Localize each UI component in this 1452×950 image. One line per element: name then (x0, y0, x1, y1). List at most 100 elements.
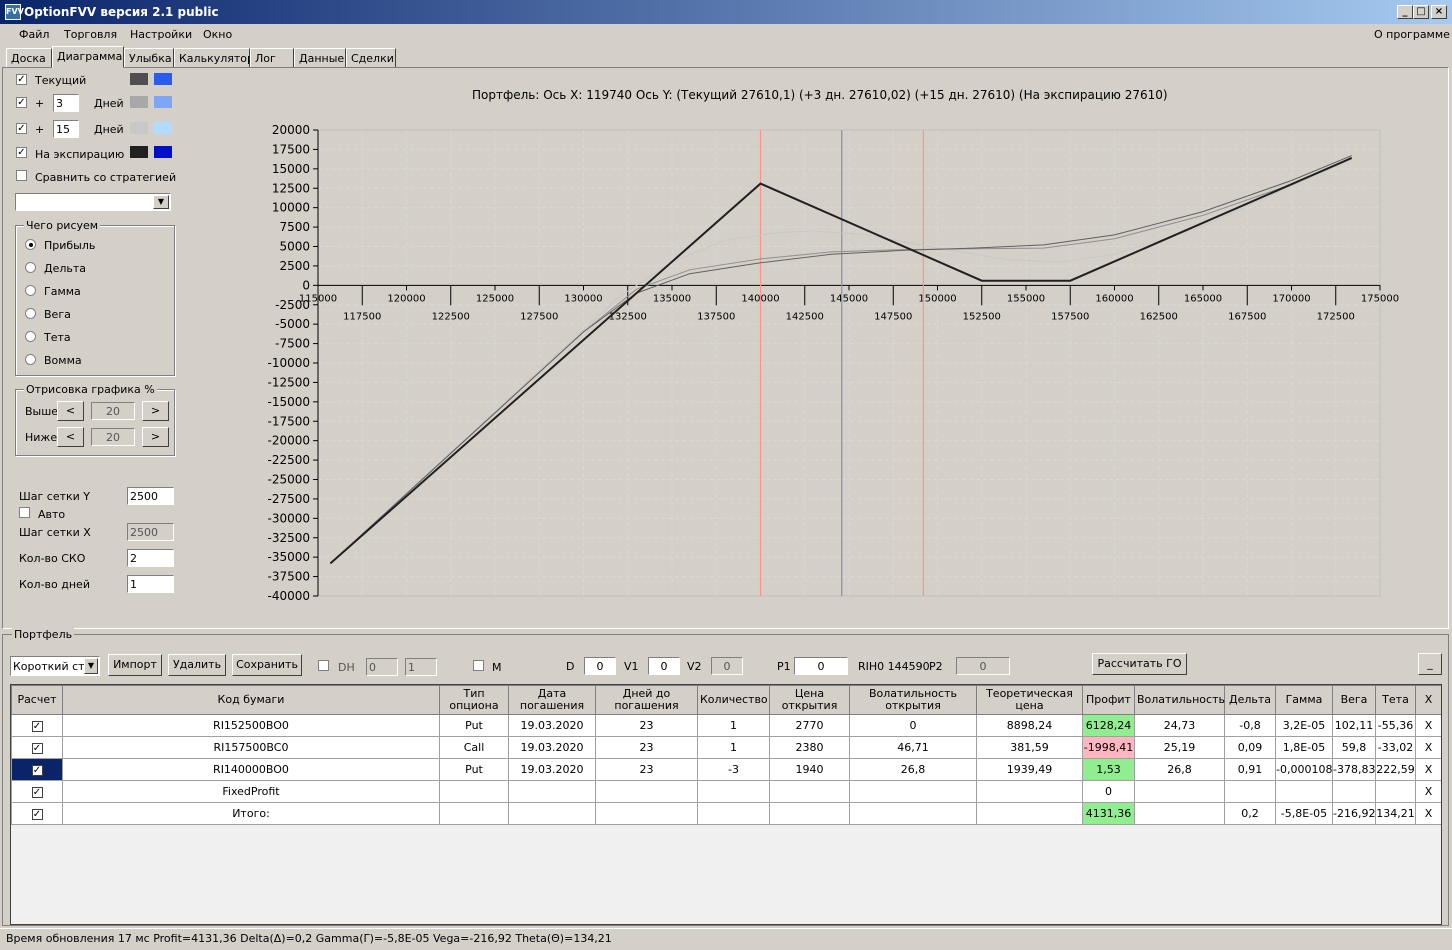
tab-deals[interactable]: Сделки (346, 48, 396, 68)
calc-checkbox-cell[interactable]: ✓ (11, 758, 63, 781)
v1-input[interactable]: 0 (648, 657, 680, 675)
title-bar[interactable]: FVV OptionFVV версия 2.1 public _ □ × (0, 0, 1452, 24)
strategy-chevron-down-icon[interactable]: ▼ (84, 658, 98, 674)
import-button[interactable]: Импорт (108, 654, 162, 676)
strategy-compare-select[interactable] (15, 193, 171, 211)
column-header[interactable]: Волатильность открытия (849, 685, 977, 715)
days-count-input[interactable]: 1 (127, 575, 174, 593)
radio-delta[interactable] (25, 262, 36, 273)
menu-window[interactable]: Окно (203, 28, 232, 41)
plus3-color1[interactable] (130, 96, 148, 108)
plus3-color2[interactable] (154, 96, 172, 108)
delete-row-button[interactable]: X (1415, 780, 1441, 803)
column-header[interactable]: Гамма (1275, 685, 1333, 715)
grid-y-input[interactable]: 2500 (127, 487, 174, 505)
close-icon[interactable]: × (1431, 5, 1447, 19)
above-increase-button[interactable]: > (142, 401, 169, 421)
column-header[interactable]: Дельта (1224, 685, 1276, 715)
dh-spinner-2[interactable]: 1 (405, 658, 437, 676)
above-input[interactable]: 20 (91, 402, 135, 420)
menu-about[interactable]: О программе (1374, 28, 1450, 41)
radio-profit[interactable] (25, 239, 36, 250)
maximize-icon[interactable]: □ (1413, 5, 1429, 19)
plus15-checkbox[interactable]: ✓ (16, 123, 27, 134)
delete-row-button[interactable]: X (1415, 736, 1441, 759)
menu-trading[interactable]: Торговля (64, 28, 117, 41)
column-header[interactable]: Цена открытия (769, 685, 850, 715)
calc-go-button[interactable]: Рассчитать ГО (1092, 653, 1187, 675)
calc-checkbox-cell[interactable]: ✓ (11, 714, 63, 737)
tab-log[interactable]: Лог (250, 48, 294, 68)
tab-data[interactable]: Данные (294, 48, 346, 68)
radio-gamma[interactable] (25, 285, 36, 296)
tab-board[interactable]: Доска (6, 48, 52, 68)
below-decrease-button[interactable]: < (57, 427, 84, 447)
radio-vomma[interactable] (25, 354, 36, 365)
calc-checkbox-cell[interactable]: ✓ (11, 736, 63, 759)
chevron-down-icon[interactable]: ▼ (153, 195, 169, 209)
v2-input[interactable]: 0 (711, 657, 743, 675)
menu-file[interactable]: Файл (19, 28, 49, 41)
expiration-color2[interactable] (154, 146, 172, 158)
above-decrease-button[interactable]: < (57, 401, 84, 421)
column-header[interactable]: Количество (697, 685, 770, 715)
table-row[interactable]: ✓ RI140000BO0 Put 19.03.2020 23 -3 1940 26,8 193… (11, 758, 1441, 781)
radio-theta[interactable] (25, 331, 36, 342)
delete-row-button[interactable]: X (1415, 802, 1441, 825)
column-header[interactable]: Дата погашения (508, 685, 596, 715)
days15-input[interactable]: 15 (53, 120, 79, 138)
calc-checkbox[interactable]: ✓ (31, 786, 43, 798)
column-header[interactable]: Волатильность (1134, 685, 1225, 715)
column-header[interactable]: Расчет (11, 685, 63, 715)
save-button[interactable]: Сохранить (232, 654, 302, 676)
p1-input[interactable]: 0 (794, 657, 848, 675)
delete-row-button[interactable]: X (1415, 758, 1441, 781)
calc-checkbox-cell[interactable]: ✓ (11, 802, 63, 825)
column-header[interactable]: Тип опциона (439, 685, 509, 715)
p2-input[interactable]: 0 (956, 657, 1010, 675)
dh-spinner-1[interactable]: 0 (366, 658, 398, 676)
radio-vega[interactable] (25, 308, 36, 319)
plus15-color1[interactable] (130, 122, 148, 134)
column-header[interactable]: Код бумаги (62, 685, 440, 715)
calc-checkbox[interactable]: ✓ (31, 720, 43, 732)
table-row[interactable]: ✓ Итого: 4131,36 0,2 -5,8E-05 -216,92 134,21 X (11, 802, 1441, 825)
current-color2[interactable] (154, 73, 172, 85)
column-header[interactable]: Дней до погашения (595, 685, 698, 715)
table-row[interactable]: ✓ FixedProfit 0 X (11, 780, 1441, 803)
plus3-checkbox[interactable]: ✓ (16, 97, 27, 108)
grid-x-input[interactable]: 2500 (127, 523, 174, 541)
plus15-color2[interactable] (154, 122, 172, 134)
d-input[interactable]: 0 (584, 657, 616, 675)
sko-input[interactable]: 2 (127, 549, 174, 567)
expiration-color1[interactable] (130, 146, 148, 158)
minimize-panel-button[interactable]: _ (1418, 653, 1442, 675)
auto-checkbox[interactable] (19, 507, 30, 518)
current-checkbox[interactable]: ✓ (16, 74, 27, 85)
table-row[interactable]: ✓ RI152500BO0 Put 19.03.2020 23 1 2770 0 8898,24… (11, 714, 1441, 737)
m-checkbox[interactable] (473, 660, 484, 671)
menu-settings[interactable]: Настройки (130, 28, 192, 41)
expiration-checkbox[interactable]: ✓ (16, 147, 27, 158)
calc-checkbox-cell[interactable]: ✓ (11, 780, 63, 803)
calc-checkbox[interactable]: ✓ (31, 808, 43, 820)
column-header[interactable]: Профит (1082, 685, 1135, 715)
calc-checkbox[interactable]: ✓ (31, 764, 43, 776)
profit-chart[interactable]: Портфель: Ось X: 119740 Ось Y: (Текущий … (258, 82, 1408, 607)
below-input[interactable]: 20 (91, 428, 135, 446)
delete-button[interactable]: Удалить (168, 654, 226, 676)
column-header[interactable]: X (1415, 685, 1441, 715)
column-header[interactable]: Тета (1375, 685, 1416, 715)
below-increase-button[interactable]: > (142, 427, 169, 447)
tab-diagram[interactable]: Диаграмма (52, 46, 124, 68)
dh-checkbox[interactable] (318, 660, 329, 671)
days3-input[interactable]: 3 (53, 94, 79, 112)
compare-checkbox[interactable] (16, 170, 27, 181)
table-row[interactable]: ✓ RI157500BC0 Call 19.03.2020 23 1 2380 46,71 38… (11, 736, 1441, 759)
minimize-icon[interactable]: _ (1397, 5, 1413, 19)
tab-smile[interactable]: Улыбка (124, 48, 174, 68)
tab-calculator[interactable]: Калькулятор (174, 48, 254, 68)
calc-checkbox[interactable]: ✓ (31, 742, 43, 754)
column-header[interactable]: Вега (1332, 685, 1376, 715)
current-color1[interactable] (130, 73, 148, 85)
